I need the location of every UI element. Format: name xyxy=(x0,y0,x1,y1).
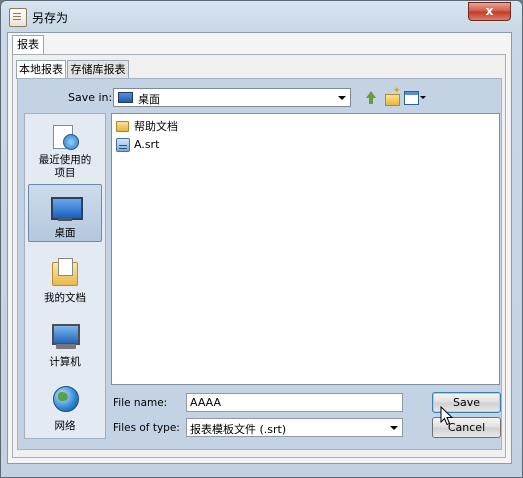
save-in-value: 桌面 xyxy=(138,93,160,106)
chevron-down-icon[interactable] xyxy=(338,96,346,100)
file-type-value: 报表模板文件 (.srt) xyxy=(190,423,287,436)
place-label: 桌面 xyxy=(54,227,76,239)
file-type-label: Files of type: xyxy=(113,422,180,434)
place-network[interactable]: 网络 xyxy=(28,384,102,433)
my-documents-icon xyxy=(49,256,81,288)
recent-items-icon xyxy=(49,122,81,154)
up-one-level-icon[interactable] xyxy=(362,89,380,106)
place-desktop[interactable]: 桌面 xyxy=(28,184,102,242)
desktop-icon xyxy=(118,92,133,103)
chevron-down-icon[interactable] xyxy=(390,426,398,430)
save-in-dropdown[interactable]: 桌面 xyxy=(113,88,351,107)
report-file-icon xyxy=(116,138,130,152)
place-computer[interactable]: 计算机 xyxy=(28,320,102,369)
tab-repository-reports[interactable]: 存储库报表 xyxy=(67,60,129,78)
place-label: 网络 xyxy=(54,420,76,432)
place-label: 最近使用的项目 xyxy=(38,154,92,179)
document-icon xyxy=(9,8,27,27)
tab-local-reports[interactable]: 本地报表 xyxy=(16,60,66,79)
close-button[interactable]: x xyxy=(468,2,511,21)
place-label: 计算机 xyxy=(49,356,81,368)
file-name-field[interactable] xyxy=(186,393,403,412)
new-folder-icon[interactable] xyxy=(383,86,401,106)
file-type-dropdown[interactable]: 报表模板文件 (.srt) xyxy=(186,418,403,437)
desktop-icon xyxy=(49,191,83,223)
mouse-cursor-icon xyxy=(440,406,454,426)
computer-icon xyxy=(49,320,81,352)
folder-icon xyxy=(116,121,129,132)
title-bar[interactable]: 另存为 x xyxy=(1,1,522,33)
list-item[interactable]: 帮助文档 xyxy=(116,119,178,135)
list-item[interactable]: A.srt xyxy=(116,137,159,153)
file-name-label: File name: xyxy=(113,397,168,409)
network-icon xyxy=(49,384,81,416)
places-bar: 最近使用的项目 桌面 我的文档 计算机 网络 xyxy=(24,113,106,439)
view-menu-icon[interactable] xyxy=(403,89,426,106)
save-in-label: Save in: xyxy=(68,91,113,104)
place-label: 我的文档 xyxy=(44,292,86,304)
file-list[interactable]: 帮助文档 A.srt xyxy=(111,113,500,385)
window-title: 另存为 xyxy=(32,11,69,25)
tab-report[interactable]: 报表 xyxy=(12,35,44,54)
place-my-documents[interactable]: 我的文档 xyxy=(28,256,102,305)
file-name: 帮助文档 xyxy=(134,120,178,133)
file-name: A.srt xyxy=(134,138,160,151)
place-recent-items[interactable]: 最近使用的项目 xyxy=(28,122,102,180)
